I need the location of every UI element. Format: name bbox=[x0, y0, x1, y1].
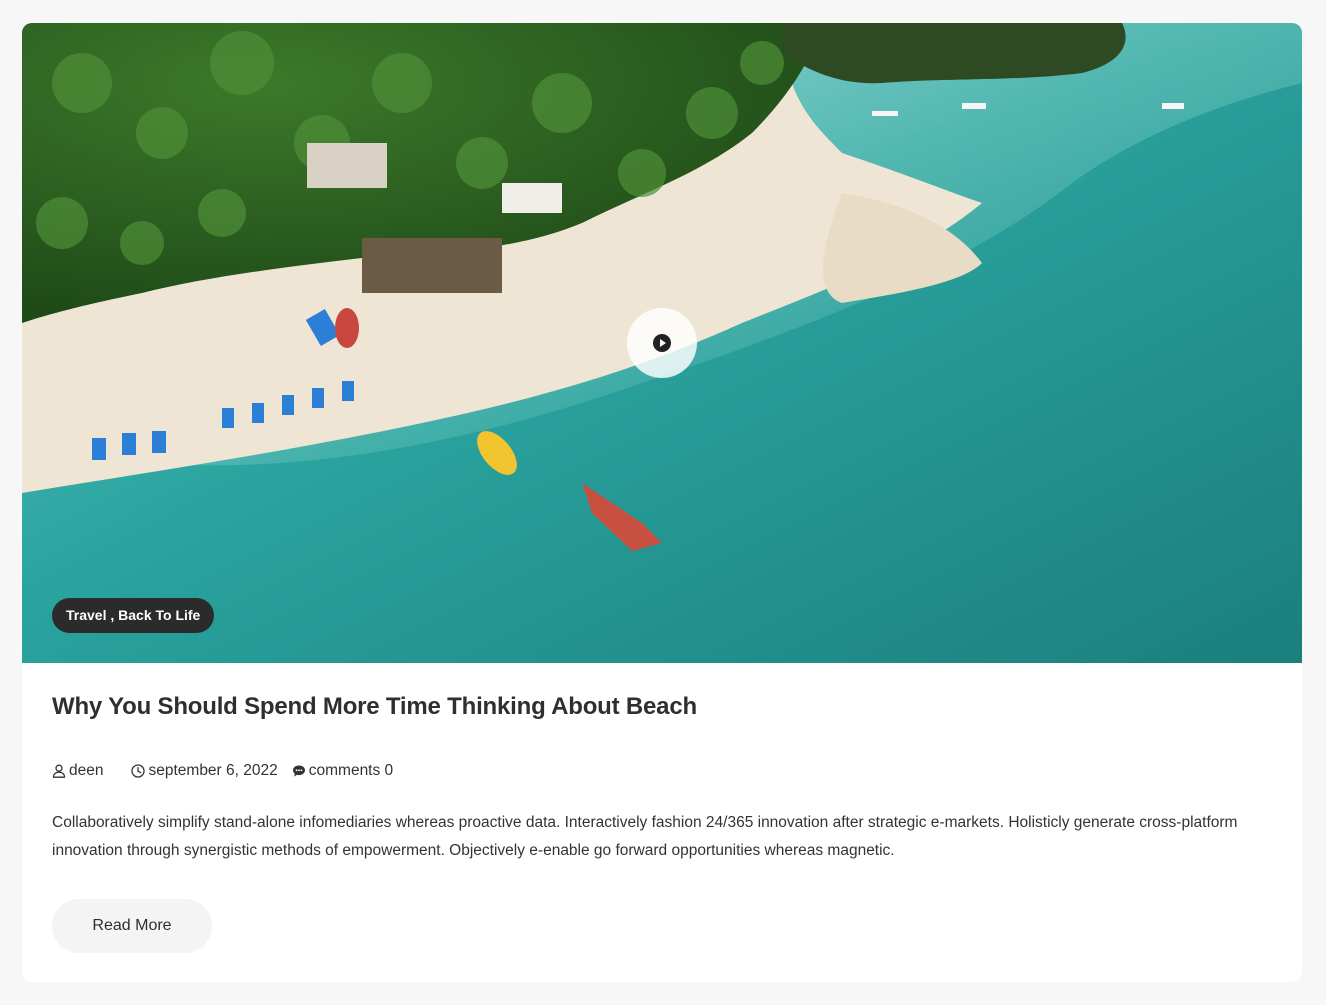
blog-post-card: Travel , Back To Life Why You Should Spe… bbox=[22, 23, 1302, 982]
date-text: september 6, 2022 bbox=[148, 762, 278, 779]
post-meta: deen september 6, 2022 comments 0 bbox=[52, 761, 393, 781]
post-title[interactable]: Why You Should Spend More Time Thinking … bbox=[52, 693, 697, 721]
category-badge[interactable]: Travel , Back To Life bbox=[52, 598, 215, 633]
comments-count: comments 0 bbox=[308, 762, 394, 779]
author-name: deen bbox=[69, 762, 104, 779]
post-author[interactable]: deen bbox=[52, 762, 103, 780]
post-date: september 6, 2022 bbox=[131, 762, 278, 780]
comment-icon bbox=[292, 765, 305, 777]
post-featured-video[interactable]: Travel , Back To Life bbox=[22, 23, 1302, 663]
clock-icon bbox=[131, 764, 146, 778]
play-button[interactable] bbox=[627, 308, 697, 378]
post-comments[interactable]: comments 0 bbox=[292, 762, 393, 780]
play-icon bbox=[653, 334, 671, 352]
user-icon bbox=[52, 764, 66, 778]
post-excerpt: Collaboratively simplify stand-alone inf… bbox=[52, 814, 1238, 859]
read-more-button[interactable]: Read More bbox=[52, 899, 212, 953]
